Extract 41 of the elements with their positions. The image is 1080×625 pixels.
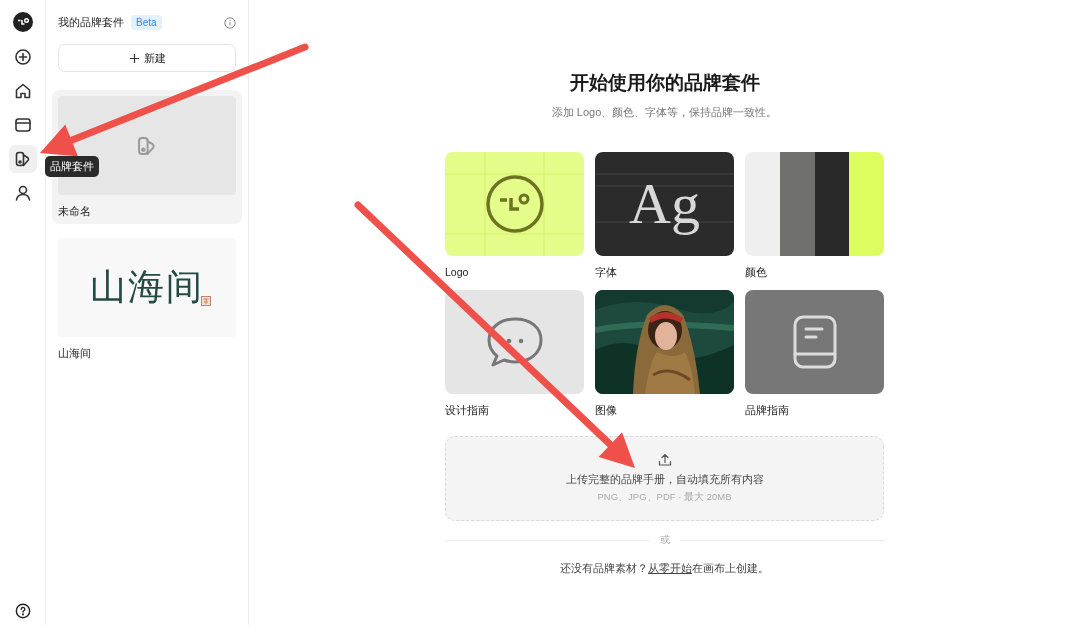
tooltip: 品牌套件 (45, 156, 99, 177)
wordmark: 山海间 (90, 266, 204, 309)
divider-text: 或 (659, 534, 670, 547)
home-icon (13, 82, 32, 100)
upload-text: 上传完整的品牌手册，自动填充所有内容 (565, 473, 764, 487)
folder-icon (13, 116, 32, 134)
upload-icon (657, 453, 672, 467)
plus-icon (128, 52, 140, 64)
card-label: 颜色 (745, 266, 767, 280)
card-label: 图像 (595, 404, 617, 418)
beta-badge: Beta (131, 15, 162, 30)
nav-button[interactable] (8, 145, 37, 173)
swatch-icon (136, 134, 158, 157)
seal-icon (201, 296, 211, 306)
kit-name: 山海间 (58, 347, 91, 361)
new-button[interactable]: 新建 (58, 44, 236, 72)
help-icon[interactable] (14, 603, 31, 619)
font-sample: Ag (629, 175, 700, 233)
card-thumbnail[interactable] (745, 152, 884, 256)
kit-name: 未命名 (58, 205, 91, 219)
swatch-icon (13, 150, 32, 168)
footer-text: 还没有品牌素材？从零开始在画布上创建。 (560, 562, 769, 576)
card-thumbnail[interactable] (745, 290, 884, 394)
kit-card[interactable]: 山海间 山海间 (52, 232, 242, 366)
start-link[interactable]: 从零开始 (648, 562, 692, 574)
page-title: 开始使用你的品牌套件 (569, 71, 760, 95)
add-icon (13, 48, 32, 66)
card-label: 品牌指南 (745, 404, 789, 418)
panel-title: 我的品牌套件 (58, 15, 124, 30)
info-icon[interactable] (224, 16, 236, 29)
logo-icon[interactable] (12, 12, 33, 32)
book-icon (791, 314, 838, 370)
card-thumbnail[interactable] (445, 290, 584, 394)
person-icon (13, 184, 32, 202)
card-label: 设计指南 (445, 404, 489, 418)
card-label: 字体 (595, 266, 617, 280)
upload-dropzone[interactable]: 上传完整的品牌手册，自动填充所有内容 PNG、JPG、PDF · 最大 20MB (445, 436, 884, 521)
upload-hint: PNG、JPG、PDF · 最大 20MB (597, 491, 732, 504)
subtitle: 添加 Logo、颜色、字体等，保持品牌一致性。 (551, 105, 778, 120)
card-label: Logo (445, 266, 469, 278)
card-thumbnail[interactable]: Ag (595, 152, 734, 256)
